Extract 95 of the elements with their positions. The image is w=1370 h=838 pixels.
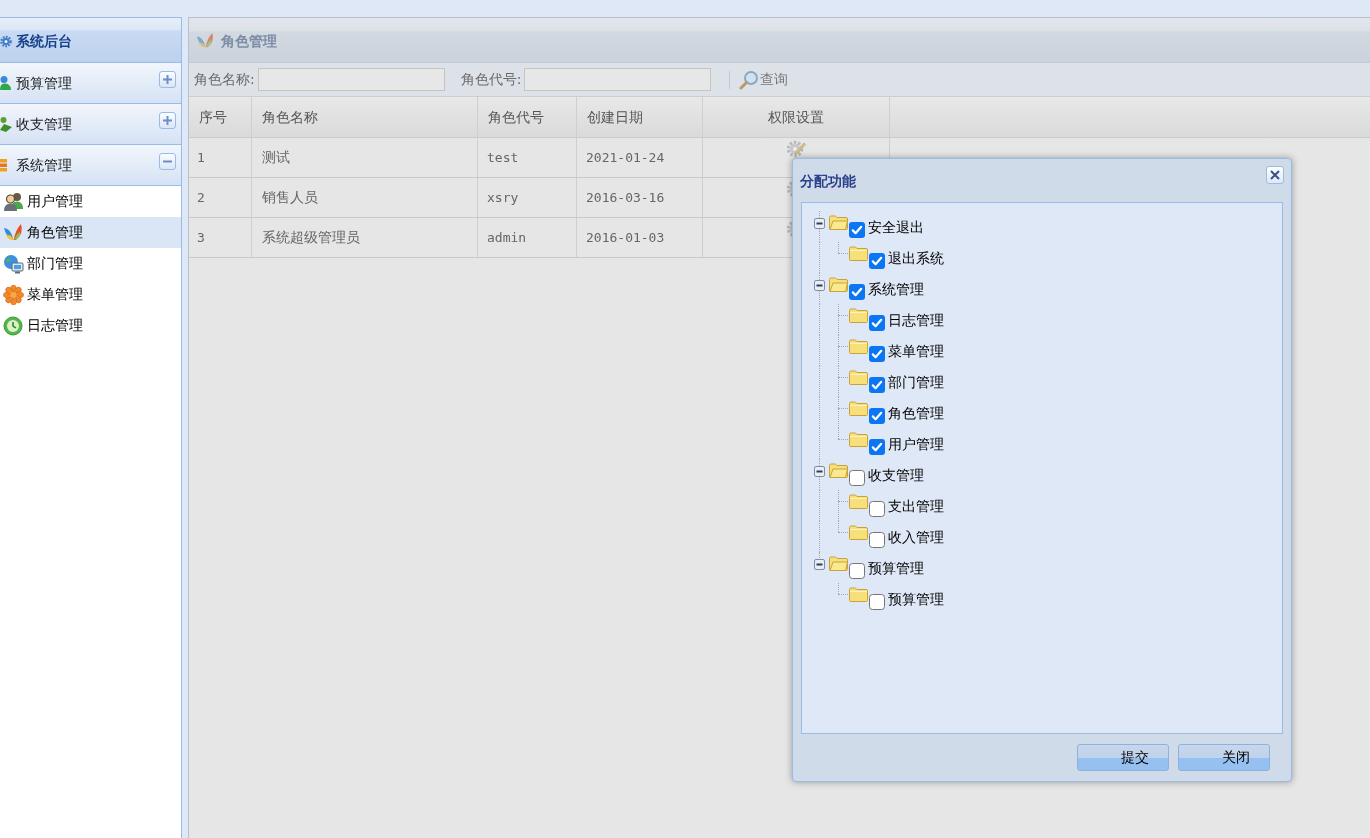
accordion-header[interactable]: 收支管理: [0, 104, 181, 145]
close-button[interactable]: 关闭: [1178, 744, 1270, 771]
folder-icon: [849, 370, 868, 385]
table-cell-text: 系统超级管理员: [262, 228, 360, 247]
accordion-toggle-button[interactable]: [159, 153, 176, 170]
sidebar-title: 系统后台: [16, 32, 72, 50]
accordion-title: 系统管理: [16, 156, 72, 174]
table-cell-text: admin: [487, 228, 527, 247]
folder-icon: [849, 432, 868, 447]
folder-icon: [849, 401, 868, 416]
globe-computer-icon: [3, 253, 24, 274]
checkbox[interactable]: [869, 253, 885, 269]
column-header[interactable]: 权限设置: [703, 97, 890, 137]
accordion-title: 收支管理: [16, 115, 72, 133]
checkbox[interactable]: [869, 377, 885, 393]
table-cell-text: 3: [197, 228, 205, 247]
users-icon: [3, 191, 24, 212]
person-icon: [0, 116, 12, 132]
minus-box-icon[interactable]: [813, 280, 825, 291]
column-header[interactable]: 创建日期: [577, 97, 703, 137]
submit-button[interactable]: 提交: [1077, 744, 1169, 771]
checkbox[interactable]: [849, 284, 865, 300]
table-cell-text: 测试: [262, 148, 290, 167]
plus-icon: [163, 116, 172, 125]
folder-icon: [849, 587, 868, 602]
minus-box-icon[interactable]: [813, 218, 825, 229]
table-cell-text: test: [487, 148, 519, 167]
tree-item-label[interactable]: 用户管理: [888, 435, 944, 453]
tree-item-label[interactable]: 退出系统: [888, 249, 944, 267]
checkbox[interactable]: [869, 532, 885, 548]
checkbox[interactable]: [869, 439, 885, 455]
open-folder-icon: [829, 463, 848, 478]
folder-icon: [849, 525, 868, 540]
checkbox[interactable]: [869, 408, 885, 424]
search-icon: [739, 69, 760, 90]
open-folder-icon: [829, 277, 848, 292]
folder-icon: [849, 308, 868, 323]
table-cell-text: 2016-01-03: [586, 228, 665, 247]
open-folder-icon: [829, 215, 848, 230]
plus-icon: [163, 75, 172, 84]
close-icon: [1270, 170, 1280, 180]
clock-icon: [3, 315, 24, 336]
field-label: 角色代号:: [460, 70, 522, 89]
table-cell-text: 2016-03-16: [586, 188, 665, 207]
butterfly-icon: [196, 31, 215, 50]
column-header[interactable]: 角色代号: [478, 97, 577, 137]
folder-icon: [849, 494, 868, 509]
accordion-toggle-button[interactable]: [159, 112, 176, 129]
tree-item-label[interactable]: 支出管理: [888, 497, 944, 515]
butterfly-icon: [3, 222, 24, 243]
open-folder-icon: [829, 556, 848, 571]
checkbox[interactable]: [849, 222, 865, 238]
table-cell-text: 销售人员: [262, 188, 318, 207]
tree-item-label[interactable]: 菜单管理: [888, 342, 944, 360]
tree-item-label[interactable]: 日志管理: [888, 311, 944, 329]
minus-box-icon[interactable]: [813, 559, 825, 570]
tree-item-label[interactable]: 系统管理: [868, 280, 924, 298]
input-field[interactable]: [257, 68, 445, 91]
checkbox[interactable]: [849, 470, 865, 486]
column-header[interactable]: 序号: [189, 97, 252, 137]
checkbox[interactable]: [869, 346, 885, 362]
asterisk-icon: [3, 284, 24, 305]
checkbox[interactable]: [869, 501, 885, 517]
folder-icon: [849, 339, 868, 354]
gear-icon: [0, 33, 12, 49]
checkbox[interactable]: [849, 563, 865, 579]
column-header[interactable]: 角色名称: [252, 97, 478, 137]
dialog-title: 分配功能: [800, 171, 856, 190]
tree-item-label[interactable]: 安全退出: [868, 218, 924, 236]
search-button[interactable]: 查询: [739, 69, 789, 90]
tree-item-label[interactable]: 部门管理: [888, 373, 944, 391]
table-cell-text: 2021-01-24: [586, 148, 665, 167]
minus-box-icon[interactable]: [813, 466, 825, 477]
panel-title: 角色管理: [221, 31, 277, 50]
accordion-header[interactable]: 系统管理: [0, 145, 181, 186]
checkbox[interactable]: [869, 594, 885, 610]
table-cell-text: 2: [197, 188, 205, 207]
input-field[interactable]: [524, 68, 712, 91]
menu-item[interactable]: 角色管理: [0, 217, 181, 248]
accordion-toggle-button[interactable]: [159, 71, 176, 88]
checkbox[interactable]: [869, 315, 885, 331]
window-close-button[interactable]: [1266, 166, 1284, 184]
tree-item-label[interactable]: 收支管理: [868, 466, 924, 484]
accordion-header[interactable]: 预算管理: [0, 63, 181, 104]
field-label: 角色名称:: [194, 70, 255, 89]
tree-item-label[interactable]: 预算管理: [888, 590, 944, 608]
tree-item-label[interactable]: 收入管理: [888, 528, 944, 546]
grid-icon: [0, 158, 8, 172]
folder-icon: [849, 246, 868, 261]
user-icon: [0, 75, 12, 91]
table-cell-text: 1: [197, 148, 205, 167]
tree-item-label[interactable]: 角色管理: [888, 404, 944, 422]
table-cell-text: xsry: [487, 188, 519, 207]
tree-item-label[interactable]: 预算管理: [868, 559, 924, 577]
accordion-title: 预算管理: [16, 74, 72, 92]
